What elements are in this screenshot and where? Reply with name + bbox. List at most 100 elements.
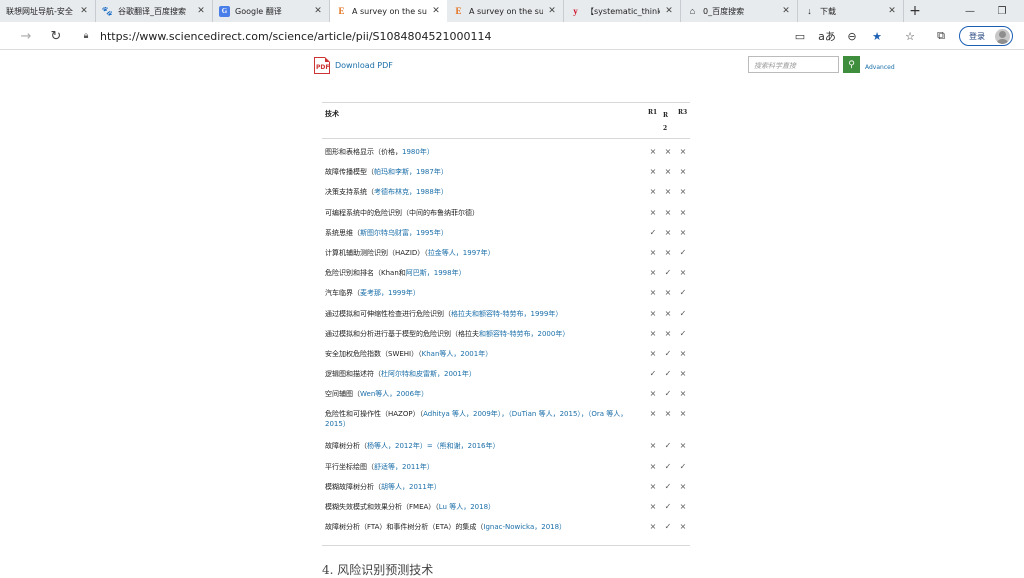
restore-button[interactable]: ❐ bbox=[986, 0, 1018, 22]
tab-4[interactable]: E A survey on the su ✕ bbox=[447, 0, 564, 22]
r2-mark: × bbox=[664, 187, 672, 197]
favorite-star-icon[interactable]: ★ bbox=[868, 27, 886, 45]
r2-mark: × bbox=[664, 328, 672, 338]
close-icon[interactable]: ✕ bbox=[547, 6, 557, 16]
search-icon: ⚲ bbox=[848, 59, 855, 70]
address-field[interactable]: 🔒︎ https://www.sciencedirect.com/science… bbox=[80, 27, 780, 45]
reference-link[interactable]: 1980年） bbox=[402, 148, 434, 156]
technique-text: 平行坐标绘图（ bbox=[325, 462, 374, 471]
r1-mark: × bbox=[649, 409, 657, 419]
refresh-button[interactable]: ↻ bbox=[44, 24, 68, 48]
technique-cell: 平行坐标绘图（舒适等，2011年） bbox=[325, 462, 640, 472]
reference-link[interactable]: 阿巴斯，1998年） bbox=[406, 269, 466, 277]
technique-text: 图形和表格显示（价格， bbox=[325, 148, 402, 156]
read-aloud-icon[interactable]: aあ bbox=[818, 27, 836, 45]
section-heading: 4. 风险识别预测技术 bbox=[322, 563, 434, 577]
tab-3[interactable]: E A survey on the su ✕ bbox=[330, 0, 447, 22]
zoom-out-icon[interactable]: ⊖ bbox=[843, 27, 861, 45]
reference-link[interactable]: 斯图尔特乌财富，1995年） bbox=[360, 229, 448, 237]
table-end-divider bbox=[322, 545, 690, 546]
tab-0[interactable]: 联想网址导航-安全 ✕ bbox=[0, 0, 96, 22]
avatar bbox=[995, 29, 1010, 44]
table-row: 通过模拟和分析进行基于模型的危险识别（格拉夫和额容特-特劳布，2000年） × × ✓ bbox=[322, 324, 690, 344]
tab-5[interactable]: y 【systematic_think ✕ bbox=[564, 0, 681, 22]
header-r2: R 2 bbox=[663, 112, 668, 132]
technique-cell: 模糊失效模式和效果分析（FMEA）（Lu 等人，2018） bbox=[325, 502, 640, 512]
tab-2[interactable]: G Google 翻译 ✕ bbox=[213, 0, 330, 22]
r3-mark: × bbox=[679, 268, 687, 278]
advanced-search-link[interactable]: Advanced bbox=[865, 64, 895, 71]
close-icon[interactable]: ✕ bbox=[313, 6, 323, 16]
elsevier-icon: E bbox=[338, 6, 345, 16]
reference-link[interactable]: 杨等人，2012年）=（熊和谢，2016年） bbox=[367, 442, 500, 450]
download-pdf-link[interactable]: Download PDF bbox=[335, 61, 393, 70]
reference-link[interactable]: 胡等人，2011年） bbox=[381, 483, 441, 491]
r1-mark: × bbox=[649, 308, 657, 318]
reference-link[interactable]: 舒适等，2011年） bbox=[374, 463, 434, 471]
technique-text: 故障树分析（ bbox=[325, 442, 367, 451]
reference-link[interactable]: 拉金等人，1997年） bbox=[428, 249, 495, 257]
r3-mark: × bbox=[679, 481, 687, 491]
lock-icon: 🔒︎ bbox=[83, 31, 89, 41]
technique-text: 汽车临界（ bbox=[325, 289, 360, 298]
reference-link[interactable]: Wen等人，2006年） bbox=[360, 390, 428, 398]
minimize-button[interactable]: — bbox=[954, 0, 986, 22]
r1-mark: × bbox=[649, 348, 657, 358]
reference-link[interactable]: 杜阿尔特和皮雷斯，2001年） bbox=[381, 370, 476, 378]
r1-mark: × bbox=[649, 441, 657, 451]
close-icon[interactable]: ✕ bbox=[431, 6, 441, 16]
back-button[interactable]: → bbox=[14, 24, 38, 48]
techniques-table: 技术 R1 R 2 R3 图形和表格显示（价格，1980年） × × × 故障传播模型（… bbox=[322, 102, 690, 537]
reference-link[interactable]: 考德布林克，1988年） bbox=[374, 188, 448, 196]
reference-link[interactable]: Lu 等人，2018） bbox=[439, 503, 495, 511]
r3-mark: × bbox=[679, 389, 687, 399]
reference-link[interactable]: 麦考那，1999年） bbox=[360, 289, 420, 297]
new-tab-button[interactable]: + bbox=[902, 0, 928, 22]
close-icon[interactable]: ✕ bbox=[196, 6, 206, 16]
r1-mark: × bbox=[649, 481, 657, 491]
close-icon[interactable]: ✕ bbox=[887, 6, 897, 16]
tab-6[interactable]: ⌂ 0_百度搜索 ✕ bbox=[681, 0, 798, 22]
reference-link[interactable]: Khan等人，2001年） bbox=[422, 350, 493, 358]
favorites-list-icon[interactable]: ☆ bbox=[901, 27, 919, 45]
table-header: 技术 R1 R 2 R3 bbox=[322, 103, 690, 139]
tab-label: A survey on the su bbox=[469, 6, 543, 16]
tab-1[interactable]: 🐾 谷歌翻译_百度搜索 ✕ bbox=[96, 0, 213, 22]
technique-text: 安全加权危险指数（SWEHI）（ bbox=[325, 349, 422, 358]
reader-view-icon[interactable]: ▭ bbox=[791, 27, 809, 45]
pdf-icon[interactable]: PDF bbox=[314, 57, 330, 74]
technique-text: 危险性和可操作性（HAZOP）（ bbox=[325, 410, 424, 419]
tab-7[interactable]: ↓ 下载 ✕ bbox=[798, 0, 904, 22]
baidu-paw-icon: 🐾 bbox=[101, 5, 114, 16]
close-icon[interactable]: ✕ bbox=[664, 6, 674, 16]
reference-link[interactable]: 帕玛和李斯，1987年） bbox=[374, 168, 448, 176]
login-button[interactable]: 登录 bbox=[959, 26, 1013, 46]
close-icon[interactable]: ✕ bbox=[781, 6, 791, 16]
table-row: 决策支持系统（考德布林克，1988年） × × × bbox=[322, 182, 690, 202]
r1-mark: × bbox=[649, 167, 657, 177]
r3-mark: × bbox=[679, 441, 687, 451]
technique-text: 模糊故障树分析（ bbox=[325, 482, 381, 491]
r2-mark: ✓ bbox=[664, 348, 672, 358]
technique-text: 计算机辅助测险识别（HAZID）（ bbox=[325, 248, 428, 257]
login-label: 登录 bbox=[969, 31, 985, 41]
r2-mark: × bbox=[664, 167, 672, 177]
r3-mark: × bbox=[679, 187, 687, 197]
search-button[interactable]: ⚲ bbox=[843, 56, 860, 73]
technique-cell: 故障传播模型（帕玛和李斯，1987年） bbox=[325, 167, 640, 177]
google-translate-icon: G bbox=[219, 5, 230, 17]
r2-mark: ✓ bbox=[664, 522, 672, 532]
reference-link[interactable]: 和额容特-特劳布，2000年） bbox=[479, 330, 569, 338]
reference-link[interactable]: Ignac-Nowicka，2018） bbox=[483, 523, 566, 531]
collections-icon[interactable]: ⧉ bbox=[932, 27, 950, 45]
r1-mark: ✓ bbox=[649, 227, 657, 237]
technique-text: 逻辑图和描述符（ bbox=[325, 370, 381, 379]
reference-link[interactable]: 格拉夫和额容特-特劳布，1999年） bbox=[451, 310, 562, 318]
close-icon[interactable]: ✕ bbox=[79, 6, 89, 16]
r2-mark: × bbox=[664, 247, 672, 257]
technique-cell: 可编程系统中的危险识别（中间的布鲁纳菲尔德） bbox=[325, 208, 640, 218]
search-input[interactable]: 搜索科学直接 bbox=[748, 56, 839, 73]
table-row: 安全加权危险指数（SWEHI）（Khan等人，2001年） × ✓ × bbox=[322, 344, 690, 364]
header-technique: 技术 bbox=[325, 109, 339, 118]
table-row: 逻辑图和描述符（杜阿尔特和皮雷斯，2001年） ✓ ✓ × bbox=[322, 364, 690, 384]
